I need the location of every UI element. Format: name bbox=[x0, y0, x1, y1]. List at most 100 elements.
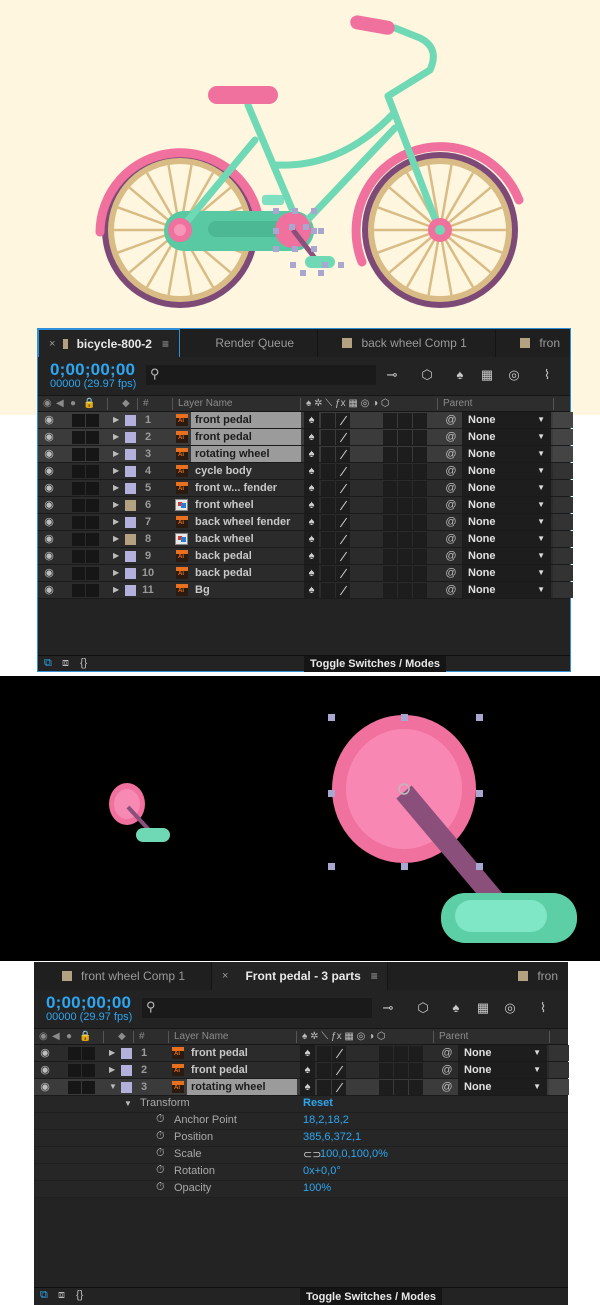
collapse-switch[interactable] bbox=[321, 549, 335, 564]
twirl-collapsed-icon[interactable]: ▶ bbox=[113, 446, 123, 462]
label-color-swatch[interactable] bbox=[125, 585, 136, 596]
label-color-swatch[interactable] bbox=[121, 1048, 132, 1059]
twirl-collapsed-icon[interactable]: ▶ bbox=[113, 429, 123, 445]
motion-blur-switch[interactable] bbox=[398, 464, 412, 479]
adjustment-layer-switch[interactable] bbox=[413, 549, 427, 564]
label-color-swatch[interactable] bbox=[125, 534, 136, 545]
constrain-proportions-link-icon[interactable]: ⊂⊃ bbox=[303, 1148, 321, 1161]
parent-pick-whip-icon[interactable]: @ bbox=[440, 1062, 454, 1078]
panel-menu-icon[interactable]: ≡ bbox=[162, 337, 169, 351]
lock-switch[interactable] bbox=[86, 567, 99, 580]
label-color-swatch[interactable] bbox=[121, 1065, 132, 1076]
twirl-collapsed-icon[interactable]: ▶ bbox=[113, 514, 123, 530]
stopwatch-icon[interactable]: ⏱ bbox=[156, 1147, 165, 1160]
parent-dropdown[interactable]: None ▼ bbox=[462, 548, 551, 564]
layer-row[interactable]: ◉ ▶ 7 Ai back wheel fender ♠ @ None ▼ bbox=[38, 514, 573, 531]
layer-search-input[interactable]: ⚲ bbox=[146, 365, 376, 385]
current-time-display[interactable]: 0;00;00;00 bbox=[50, 360, 135, 380]
collapse-switch[interactable] bbox=[317, 1063, 331, 1078]
layer-name[interactable]: front pedal bbox=[191, 429, 301, 445]
collapse-switch[interactable] bbox=[321, 515, 335, 530]
solo-switch[interactable] bbox=[72, 550, 85, 563]
twirl-collapsed-icon[interactable]: ▶ bbox=[113, 565, 123, 581]
layer-name[interactable]: front pedal bbox=[187, 1062, 297, 1078]
twirl-collapsed-icon[interactable]: ▶ bbox=[113, 497, 123, 513]
adjustment-layer-switch[interactable] bbox=[409, 1063, 423, 1078]
solo-switch[interactable] bbox=[68, 1047, 81, 1060]
twirl-collapsed-icon[interactable]: ▶ bbox=[113, 531, 123, 547]
twirl-expanded-icon[interactable]: ▼ bbox=[109, 1079, 119, 1095]
parent-pick-whip-icon[interactable]: @ bbox=[444, 514, 458, 530]
twirl-collapsed-icon[interactable]: ▶ bbox=[113, 412, 123, 428]
twirl-collapsed-icon[interactable]: ▶ bbox=[113, 463, 123, 479]
lock-switch[interactable] bbox=[86, 431, 99, 444]
adjustment-layer-switch[interactable] bbox=[413, 566, 427, 581]
motion-blur-switch[interactable] bbox=[398, 430, 412, 445]
quality-switch-icon[interactable] bbox=[336, 583, 350, 598]
layer-name[interactable]: rotating wheel bbox=[191, 446, 301, 462]
collapse-switch[interactable] bbox=[321, 430, 335, 445]
parent-dropdown[interactable]: None ▼ bbox=[462, 446, 551, 462]
adjustment-layer-switch[interactable] bbox=[409, 1080, 423, 1095]
layer-switches-icon[interactable]: ⧉ bbox=[40, 1289, 48, 1302]
lock-switch[interactable] bbox=[82, 1047, 95, 1060]
lock-switch[interactable] bbox=[86, 533, 99, 546]
parent-dropdown[interactable]: None ▼ bbox=[462, 412, 551, 428]
adjustment-layer-switch[interactable] bbox=[413, 515, 427, 530]
twirl-collapsed-icon[interactable]: ▶ bbox=[113, 480, 123, 496]
motion-blur-switch[interactable] bbox=[394, 1063, 408, 1078]
parent-pick-whip-icon[interactable]: @ bbox=[440, 1079, 454, 1095]
solo-switch[interactable] bbox=[68, 1064, 81, 1077]
label-color-swatch[interactable] bbox=[125, 483, 136, 494]
parent-pick-whip-icon[interactable]: @ bbox=[444, 497, 458, 513]
property-value[interactable]: 18,2,18,2 bbox=[303, 1114, 349, 1126]
lock-switch[interactable] bbox=[86, 482, 99, 495]
solo-switch[interactable] bbox=[72, 533, 85, 546]
label-color-swatch[interactable] bbox=[121, 1082, 132, 1093]
tab-bicycle-800-2[interactable]: × bicycle-800-2 ≡ bbox=[38, 329, 180, 358]
panel-menu-icon[interactable]: ≡ bbox=[371, 969, 378, 983]
quality-switch-icon[interactable] bbox=[336, 515, 350, 530]
solo-switch[interactable] bbox=[72, 465, 85, 478]
parent-dropdown[interactable]: None ▼ bbox=[462, 514, 551, 530]
lock-switch[interactable] bbox=[86, 414, 99, 427]
motion-blur-switch[interactable] bbox=[398, 566, 412, 581]
visibility-eye-icon[interactable]: ◉ bbox=[42, 565, 56, 581]
layer-name[interactable]: back wheel bbox=[191, 531, 301, 547]
frame-blend-switch[interactable] bbox=[379, 1063, 393, 1078]
lock-switch[interactable] bbox=[86, 516, 99, 529]
quality-switch-icon[interactable] bbox=[336, 413, 350, 428]
frame-blending-icon[interactable]: ▦ bbox=[478, 366, 496, 384]
layer-name[interactable]: front pedal bbox=[191, 412, 301, 428]
visibility-eye-icon[interactable]: ◉ bbox=[38, 1062, 52, 1078]
motion-blur-switch[interactable] bbox=[398, 583, 412, 598]
property-value[interactable]: 100,0,100,0% bbox=[320, 1148, 388, 1160]
shy-switch-icon[interactable]: ♠ bbox=[304, 582, 319, 598]
solo-switch[interactable] bbox=[72, 448, 85, 461]
layer-name[interactable]: back pedal bbox=[191, 565, 301, 581]
parent-pick-whip-icon[interactable]: @ bbox=[444, 480, 458, 496]
lock-switch[interactable] bbox=[86, 584, 99, 597]
shy-layers-icon[interactable]: ♠ bbox=[451, 366, 469, 384]
visibility-eye-icon[interactable]: ◉ bbox=[42, 582, 56, 598]
frame-blend-switch[interactable] bbox=[379, 1080, 393, 1095]
lock-switch[interactable] bbox=[86, 499, 99, 512]
parent-pick-whip-icon[interactable]: @ bbox=[444, 412, 458, 428]
frame-blend-switch[interactable] bbox=[383, 515, 397, 530]
layer-name-column-header[interactable]: Layer Name bbox=[178, 398, 232, 409]
visibility-eye-icon[interactable]: ◉ bbox=[38, 1045, 52, 1061]
visibility-eye-icon[interactable]: ◉ bbox=[42, 531, 56, 547]
twirl-expanded-icon[interactable]: ▼ bbox=[124, 1099, 132, 1108]
quality-switch-icon[interactable] bbox=[336, 430, 350, 445]
toggle-switches-modes-button[interactable]: Toggle Switches / Modes bbox=[304, 656, 446, 672]
label-color-swatch[interactable] bbox=[125, 432, 136, 443]
layer-row[interactable]: ◉ ▶ 2 Ai front pedal ♠ @ None ▼ bbox=[38, 429, 573, 446]
label-color-swatch[interactable] bbox=[125, 551, 136, 562]
collapse-switch[interactable] bbox=[321, 447, 335, 462]
layer-row[interactable]: ◉ ▶ 1 Ai front pedal ♠ @ None ▼ bbox=[34, 1045, 569, 1062]
layer-row[interactable]: ◉ ▶ 4 Ai cycle body ♠ @ None ▼ bbox=[38, 463, 573, 480]
stopwatch-icon[interactable]: ⏱ bbox=[156, 1113, 165, 1126]
shy-switch-icon[interactable]: ♠ bbox=[304, 429, 319, 445]
parent-dropdown[interactable]: None ▼ bbox=[462, 582, 551, 598]
property-value[interactable]: 0x+0,0° bbox=[303, 1165, 341, 1177]
